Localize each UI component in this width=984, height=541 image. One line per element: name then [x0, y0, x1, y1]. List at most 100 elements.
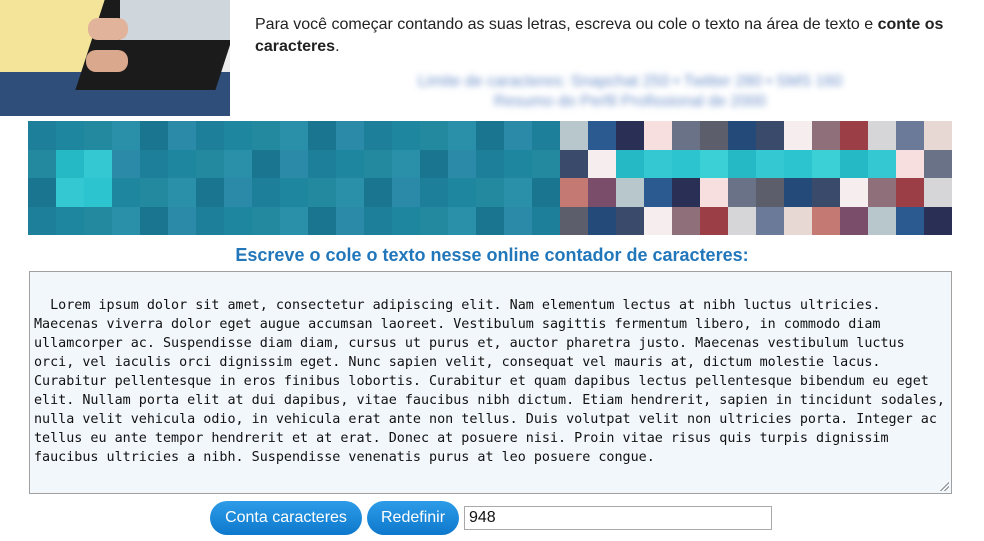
banner-pixel [336, 178, 364, 207]
banner-pixel [28, 149, 56, 178]
banner-pixel [756, 206, 784, 235]
text-input-area[interactable]: Lorem ipsum dolor sit amet, consectetur … [29, 271, 952, 494]
banner-pixel [448, 121, 476, 150]
banner-pixel [868, 206, 896, 235]
banner-pixel [812, 149, 840, 178]
banner-pixel [140, 121, 168, 150]
banner-pixel [168, 206, 196, 235]
banner-pixel [756, 149, 784, 178]
banner-pixel [896, 206, 924, 235]
banner-pixel [784, 206, 812, 235]
banner-pixel [140, 149, 168, 178]
banner-pixel [140, 178, 168, 207]
banner-pixel [224, 121, 252, 150]
banner-pixel [672, 206, 700, 235]
blurred-line-2: Resumo do Perfil Profissional de 2000 [493, 93, 767, 110]
blurred-limits-text: Limite de caracteres: Snapchat 250 • Twi… [330, 72, 930, 112]
banner-pixel [252, 178, 280, 207]
hero-photo [0, 0, 230, 116]
banner-pixel [924, 178, 952, 207]
banner-pixel [420, 149, 448, 178]
banner-pixel [364, 149, 392, 178]
banner-pixel [644, 149, 672, 178]
banner-pixel [644, 178, 672, 207]
banner-pixel [840, 121, 868, 150]
banner-pixel [672, 149, 700, 178]
banner-pixel [896, 149, 924, 178]
intro-text: Para você começar contando as suas letra… [255, 14, 984, 58]
banner-pixel [168, 149, 196, 178]
banner-pixel [616, 121, 644, 150]
banner-pixel [588, 206, 616, 235]
banner-pixel [588, 121, 616, 150]
banner-pixel [224, 149, 252, 178]
banner-pixel [560, 121, 588, 150]
banner-pixel [364, 178, 392, 207]
banner-pixel [700, 178, 728, 207]
banner-pixel [840, 206, 868, 235]
banner-pixel [672, 121, 700, 150]
banner-pixel [812, 206, 840, 235]
banner-pixel [616, 178, 644, 207]
banner-pixel [56, 149, 84, 178]
banner-pixel [756, 121, 784, 150]
banner-pixel [112, 149, 140, 178]
banner-pixel [252, 149, 280, 178]
banner-pixel [84, 178, 112, 207]
banner-pixel [588, 149, 616, 178]
intro-regular: Para você começar contando as suas letra… [255, 16, 878, 33]
banner-pixel [196, 121, 224, 150]
banner-pixel [700, 206, 728, 235]
banner-pixel [672, 178, 700, 207]
banner-pixel [364, 206, 392, 235]
banner-pixel [616, 149, 644, 178]
banner-pixel [308, 121, 336, 150]
banner-pixel [252, 206, 280, 235]
banner-pixel [504, 121, 532, 150]
character-count-field[interactable] [464, 506, 772, 530]
banner-pixel [336, 206, 364, 235]
banner-pixel [112, 121, 140, 150]
banner-pixel [896, 178, 924, 207]
banner-pixel [280, 149, 308, 178]
resize-handle-icon[interactable] [939, 481, 949, 491]
banner-pixel [504, 178, 532, 207]
banner-pixel [812, 121, 840, 150]
banner-pixel [112, 206, 140, 235]
banner-pixel [728, 206, 756, 235]
banner-pixel [700, 121, 728, 150]
banner-pixel [308, 178, 336, 207]
banner-pixel [728, 149, 756, 178]
banner-pixel [28, 178, 56, 207]
banner-pixel [420, 121, 448, 150]
banner-pixel [168, 121, 196, 150]
banner-pixel [336, 121, 364, 150]
banner-pixel [924, 206, 952, 235]
banner-pixel [308, 149, 336, 178]
banner-pixel [756, 178, 784, 207]
banner-pixel [168, 178, 196, 207]
banner-pixel [896, 121, 924, 150]
banner-pixel [84, 121, 112, 150]
pixelated-banner [28, 121, 952, 235]
reset-button[interactable]: Redefinir [367, 501, 459, 535]
banner-pixel [784, 121, 812, 150]
banner-pixel [308, 206, 336, 235]
banner-pixel [196, 206, 224, 235]
banner-pixel [392, 178, 420, 207]
banner-pixel [224, 178, 252, 207]
banner-pixel [84, 206, 112, 235]
banner-pixel [560, 149, 588, 178]
banner-pixel [924, 121, 952, 150]
banner-pixel [420, 206, 448, 235]
section-heading: Escreve o cole o texto nesse online cont… [235, 245, 749, 265]
banner-pixel [56, 121, 84, 150]
banner-pixel [644, 206, 672, 235]
banner-pixel [28, 121, 56, 150]
banner-pixel [840, 178, 868, 207]
banner-pixel [560, 206, 588, 235]
count-characters-button[interactable]: Conta caracteres [210, 501, 362, 535]
banner-pixel [140, 206, 168, 235]
banner-pixel [448, 178, 476, 207]
banner-pixel [560, 178, 588, 207]
